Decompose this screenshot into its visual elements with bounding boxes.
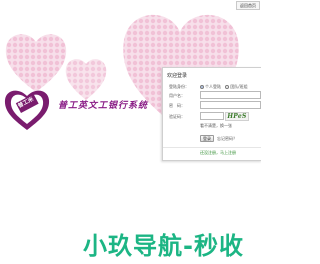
login-button[interactable]: 登录 — [200, 135, 214, 142]
forgot-password-link[interactable]: 忘记密码？ — [217, 136, 237, 142]
panel-divider — [163, 147, 261, 148]
captcha-label: 验证码： — [169, 114, 185, 119]
captcha-image[interactable]: HPeS — [225, 112, 249, 121]
logo-heart-icon — [4, 90, 50, 130]
username-input[interactable] — [200, 91, 261, 99]
radio-unchecked-icon[interactable] — [225, 85, 230, 89]
password-label: 密 码： — [169, 103, 185, 108]
password-input[interactable] — [200, 101, 261, 109]
small-heart-center — [65, 59, 107, 100]
role-option-personal-label: 个人登陆 — [205, 84, 221, 89]
login-title: 欢迎登录 — [167, 73, 188, 79]
watermark-text: 小玖导航-秒收 — [83, 232, 244, 260]
captcha-input[interactable] — [200, 112, 224, 120]
role-label: 登陆身份： — [169, 84, 189, 89]
role-option-personal[interactable]: 个人登陆 — [200, 84, 221, 89]
site-title: 普工英文工银行系统 — [58, 101, 149, 111]
radio-checked-icon[interactable] — [200, 85, 204, 89]
role-radio-group: 个人登陆 团队/班组 — [200, 84, 248, 90]
login-page: 返回首页 普工米 普工英文工银行系统 欢迎登录 登陆身份： 个人登陆 团队/班组… — [0, 0, 261, 264]
role-option-team-label: 团队/班组 — [230, 84, 248, 89]
role-option-team[interactable]: 团队/班组 — [225, 84, 248, 89]
back-home-link[interactable]: 返回首页 — [236, 1, 260, 10]
username-label: 用户名： — [169, 93, 185, 98]
captcha-refresh-link[interactable]: 看不清楚，换一张 — [200, 123, 232, 129]
login-panel: 欢迎登录 登陆身份： 个人登陆 团队/班组 用户名： 密 码： 验证码： HPe… — [162, 67, 261, 161]
logo: 普工米 — [2, 84, 52, 133]
register-link[interactable]: 还没注册，马上注册 — [200, 150, 236, 156]
